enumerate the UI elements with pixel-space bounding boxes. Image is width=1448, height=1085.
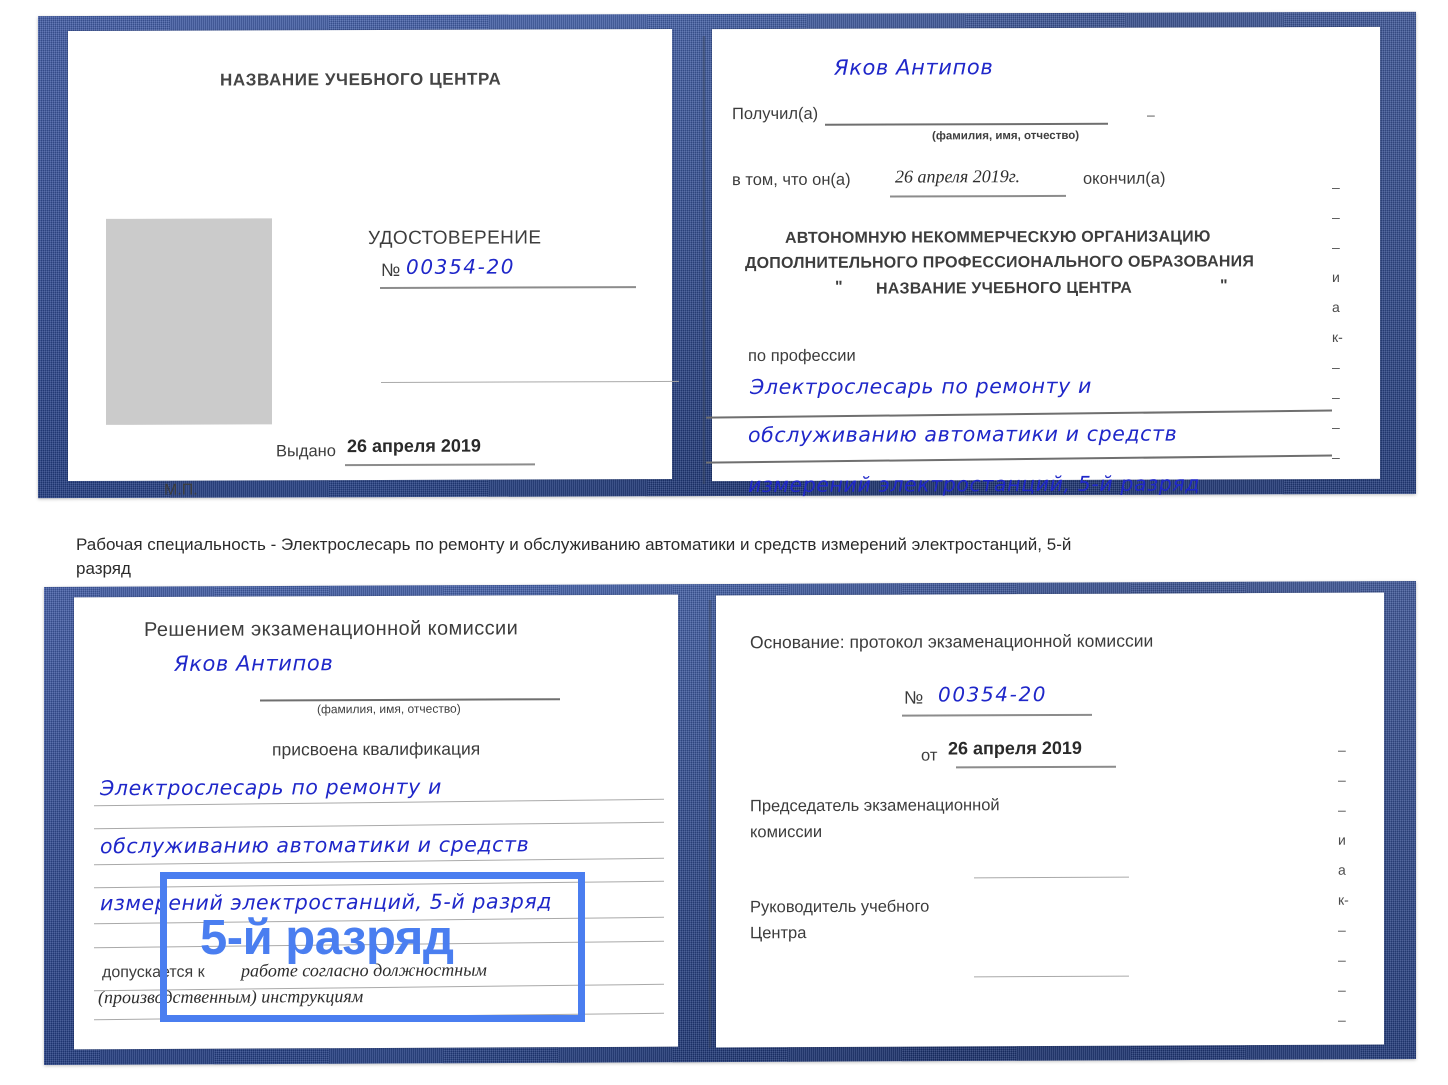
- training-center-title: НАЗВАНИЕ УЧЕБНОГО ЦЕНТРА: [220, 69, 502, 90]
- caption-text: Рабочая специальность - Электрослесарь п…: [76, 535, 1072, 579]
- fio-hint-bottom: (фамилия, имя, отчество): [317, 701, 461, 717]
- page-edge-letters-bottom: – – – и а к- – – – –: [1338, 735, 1372, 1035]
- protocol-date-value: 26 апреля 2019: [948, 737, 1082, 759]
- blank-rule-left-page: [381, 380, 679, 384]
- chairman-label-line-1: Председатель экзаменационной: [750, 796, 1000, 816]
- edge-letter: –: [1332, 178, 1340, 196]
- qualification-value-line-1: Электрослесарь по ремонту и: [100, 774, 442, 801]
- profession-value-line-1: Электрослесарь по ремонту и: [750, 373, 1092, 400]
- issued-date-rule: [345, 463, 535, 466]
- basis-label: Основание: протокол экзаменационной коми…: [750, 630, 1154, 653]
- edge-letter: –: [1332, 358, 1340, 376]
- edge-letter: –: [1338, 741, 1346, 758]
- edge-letter: к-: [1338, 891, 1349, 908]
- certificate-top-right-page: Получил(а) Яков Антипов (фамилия, имя, о…: [706, 26, 1380, 497]
- edge-letter: –: [1338, 981, 1346, 998]
- in-that-label: в том, что он(а): [732, 170, 851, 190]
- annotation-label: 5-й разряд: [200, 911, 454, 965]
- graduate-name-rule: [260, 698, 560, 702]
- head-label-line-1: Руководитель учебного: [750, 897, 930, 917]
- edge-letter: –: [1338, 921, 1346, 938]
- certificate-number-value: 00354-20: [406, 254, 516, 279]
- head-label-line-2: Центра: [750, 924, 807, 943]
- edge-letter: –: [1332, 418, 1340, 436]
- photo-placeholder: [106, 218, 272, 425]
- qualification-value-line-2: обслуживанию автоматики и средств: [100, 832, 530, 859]
- qualification-rule-3: [94, 857, 664, 866]
- qualification-rule-2: [94, 821, 664, 830]
- edge-dash-received: –: [1147, 106, 1155, 123]
- organization-line-2: ДОПОЛНИТЕЛЬНОГО ПРОФЕССИОНАЛЬНОГО ОБРАЗО…: [745, 253, 1255, 273]
- profession-label: по профессии: [748, 346, 856, 366]
- organization-line-1: АВТОНОМНУЮ НЕКОММЕРЧЕСКУЮ ОРГАНИЗАЦИЮ: [785, 228, 1211, 247]
- edge-letter: –: [1338, 1011, 1346, 1028]
- certificate-number-rule: [380, 286, 636, 289]
- edge-letter: –: [1338, 951, 1346, 968]
- in-that-date-value: 26 апреля 2019г.: [895, 166, 1021, 187]
- chairman-label-line-2: комиссии: [750, 822, 823, 842]
- head-signature-rule: [974, 975, 1129, 978]
- chairman-signature-rule: [974, 876, 1129, 879]
- protocol-number-symbol: №: [904, 687, 924, 708]
- profession-value-line-2: обслуживанию автоматики и средств: [748, 421, 1178, 448]
- edge-letter: –: [1332, 388, 1340, 406]
- certificate-bottom-spine: [708, 600, 712, 1048]
- organization-name: НАЗВАНИЕ УЧЕБНОГО ЦЕНТРА: [876, 279, 1133, 298]
- fio-hint-top: (фамилия, имя, отчество): [932, 129, 1080, 143]
- profession-rule-1: [706, 409, 1332, 419]
- seal-place-label: М.П.: [164, 481, 198, 499]
- qualification-label: присвоена квалификация: [272, 738, 481, 760]
- organization-quote-close: ": [1220, 277, 1228, 295]
- edge-letter: –: [1338, 801, 1346, 818]
- issued-date-value: 26 апреля 2019: [347, 435, 481, 457]
- edge-letter: и: [1332, 268, 1340, 286]
- edge-letter: а: [1338, 861, 1346, 878]
- profession-rule-2: [706, 454, 1332, 464]
- edge-letter: –: [1338, 771, 1346, 788]
- organization-quote-open: ": [835, 278, 843, 296]
- finished-label: окончил(а): [1083, 169, 1166, 188]
- document-type-title: УДОСТОВЕРЕНИЕ: [368, 227, 542, 250]
- certificate-top-spine: [702, 36, 706, 484]
- protocol-number-rule: [902, 713, 1092, 717]
- protocol-number-value: 00354-20: [938, 682, 1048, 707]
- edge-letter: к-: [1332, 328, 1343, 346]
- edge-letter: –: [1332, 448, 1340, 466]
- page-edge-letters-top: – – – и а к- – – – –: [1332, 172, 1366, 472]
- received-name-value: Яков Антипов: [834, 55, 994, 80]
- certificate-number-symbol: №: [381, 259, 401, 280]
- certificate-top-left-page: НАЗВАНИЕ УЧЕБНОГО ЦЕНТРА УДОСТОВЕРЕНИЕ №…: [68, 28, 679, 499]
- received-label: Получил(а): [732, 104, 819, 124]
- issued-label: Выдано: [276, 442, 336, 461]
- qualification-rule-1: [94, 798, 664, 807]
- in-that-date-rule: [890, 194, 1066, 198]
- profession-value-line-3: измерений электростанций, 5-й разряд: [748, 471, 1201, 498]
- edge-letter: –: [1332, 238, 1340, 256]
- received-name-rule: [825, 122, 1108, 126]
- graduate-name-value: Яков Антипов: [174, 651, 334, 676]
- certificate-bottom-right-page: Основание: протокол экзаменационной коми…: [716, 592, 1384, 1048]
- commission-decision-title: Решением экзаменационной комиссии: [144, 617, 519, 642]
- protocol-date-rule: [956, 765, 1116, 769]
- edge-letter: –: [1332, 208, 1340, 226]
- edge-letter: а: [1332, 298, 1340, 316]
- edge-letter: и: [1338, 831, 1346, 848]
- protocol-date-label: от: [921, 746, 938, 765]
